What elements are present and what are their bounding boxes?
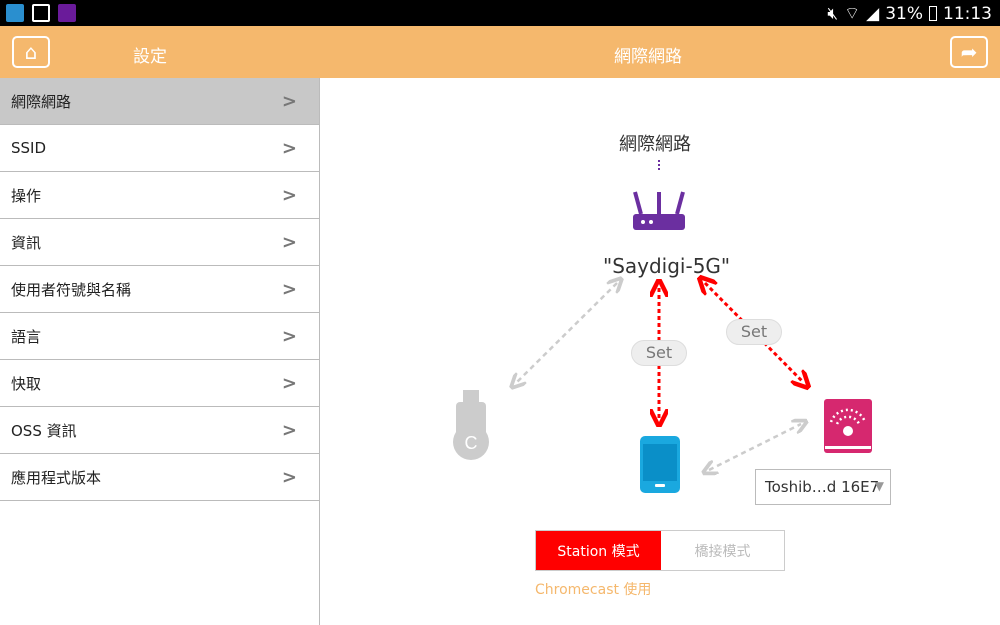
network-diagram: 網際網路 "Saydigi-5G" Set Set C Toshib…d 16E…: [321, 78, 1000, 625]
item-label: SSID: [11, 139, 47, 157]
chevron-right-icon: >: [281, 372, 297, 394]
app-icon-purple: [58, 4, 76, 22]
sidebar: 網際網路 > SSID > 操作 > 資訊 > 使用者符號與名稱 > 語言 > 快取 > OS…: [0, 78, 320, 625]
mute-icon: 🔇︎: [827, 3, 839, 24]
sidebar-item-language[interactable]: 語言 >: [0, 313, 319, 360]
chevron-right-icon: >: [281, 90, 297, 112]
sidebar-item-operation[interactable]: 操作 >: [0, 172, 319, 219]
sidebar-item-app-version[interactable]: 應用程式版本 >: [0, 454, 319, 501]
sidebar-item-oss[interactable]: OSS 資訊 >: [0, 407, 319, 454]
chevron-right-icon: >: [281, 231, 297, 253]
link-phone-card: [709, 424, 801, 470]
chevron-right-icon: >: [281, 466, 297, 488]
item-label: 使用者符號與名稱: [11, 280, 132, 299]
home-button[interactable]: ⌂: [12, 36, 50, 68]
item-label: 語言: [11, 327, 42, 346]
chromecast-note: Chromecast 使用: [535, 582, 652, 598]
header: ⌂ 設定 網際網路 ➦: [0, 26, 1000, 78]
home-icon: ⌂: [24, 40, 38, 64]
gallery-icon: [32, 4, 50, 22]
share-arrow-icon: ➦: [960, 40, 978, 64]
sidebar-item-ssid[interactable]: SSID >: [0, 125, 319, 172]
signal-icon: ◢: [866, 3, 880, 24]
link-chromecast: [516, 283, 617, 383]
chevron-right-icon: >: [281, 278, 297, 300]
battery-percent: 31%: [885, 3, 923, 24]
wifi-icon: ⌔: [844, 4, 861, 24]
device-select[interactable]: Toshib…d 16E7 ▼: [755, 469, 891, 505]
share-button[interactable]: ➦: [950, 36, 988, 68]
internet-label: 網際網路: [619, 134, 691, 155]
chromecast-icon: C: [453, 390, 489, 460]
router-icon: [633, 191, 685, 230]
chevron-right-icon: >: [281, 325, 297, 347]
device-select-value: Toshib…d 16E7: [765, 478, 880, 496]
battery-icon: [929, 6, 937, 21]
svg-text:C: C: [465, 433, 478, 453]
clock: 11:13: [943, 3, 992, 24]
page-title: 網際網路: [614, 47, 682, 67]
set-button-phone[interactable]: Set: [631, 340, 687, 366]
settings-title: 設定: [133, 47, 167, 67]
item-label: 應用程式版本: [11, 468, 102, 487]
chevron-right-icon: >: [281, 137, 297, 159]
item-label: 網際網路: [11, 92, 72, 111]
mode-toggle: Station 模式 橋接模式: [535, 530, 785, 571]
chevron-right-icon: >: [281, 184, 297, 206]
station-mode-button[interactable]: Station 模式: [536, 531, 661, 570]
item-label: 資訊: [11, 233, 42, 252]
wireless-card-icon: [824, 399, 872, 453]
sidebar-item-internet[interactable]: 網際網路 >: [0, 78, 319, 125]
app-icon: [6, 4, 24, 22]
status-bar: 🔇︎ ⌔ ◢ 31% 11:13: [0, 0, 1000, 26]
ssid-label: "Saydigi-5G": [603, 254, 731, 278]
phone-icon: [640, 436, 680, 493]
chevron-right-icon: >: [281, 419, 297, 441]
sidebar-item-info[interactable]: 資訊 >: [0, 219, 319, 266]
sidebar-item-user-name[interactable]: 使用者符號與名稱 >: [0, 266, 319, 313]
sidebar-item-cache[interactable]: 快取 >: [0, 360, 319, 407]
dropdown-arrow-icon: ▼: [874, 479, 884, 493]
bridge-mode-button[interactable]: 橋接模式: [661, 531, 784, 570]
set-button-card[interactable]: Set: [726, 319, 782, 345]
item-label: OSS 資訊: [11, 421, 77, 440]
item-label: 操作: [11, 186, 42, 205]
item-label: 快取: [11, 374, 42, 393]
